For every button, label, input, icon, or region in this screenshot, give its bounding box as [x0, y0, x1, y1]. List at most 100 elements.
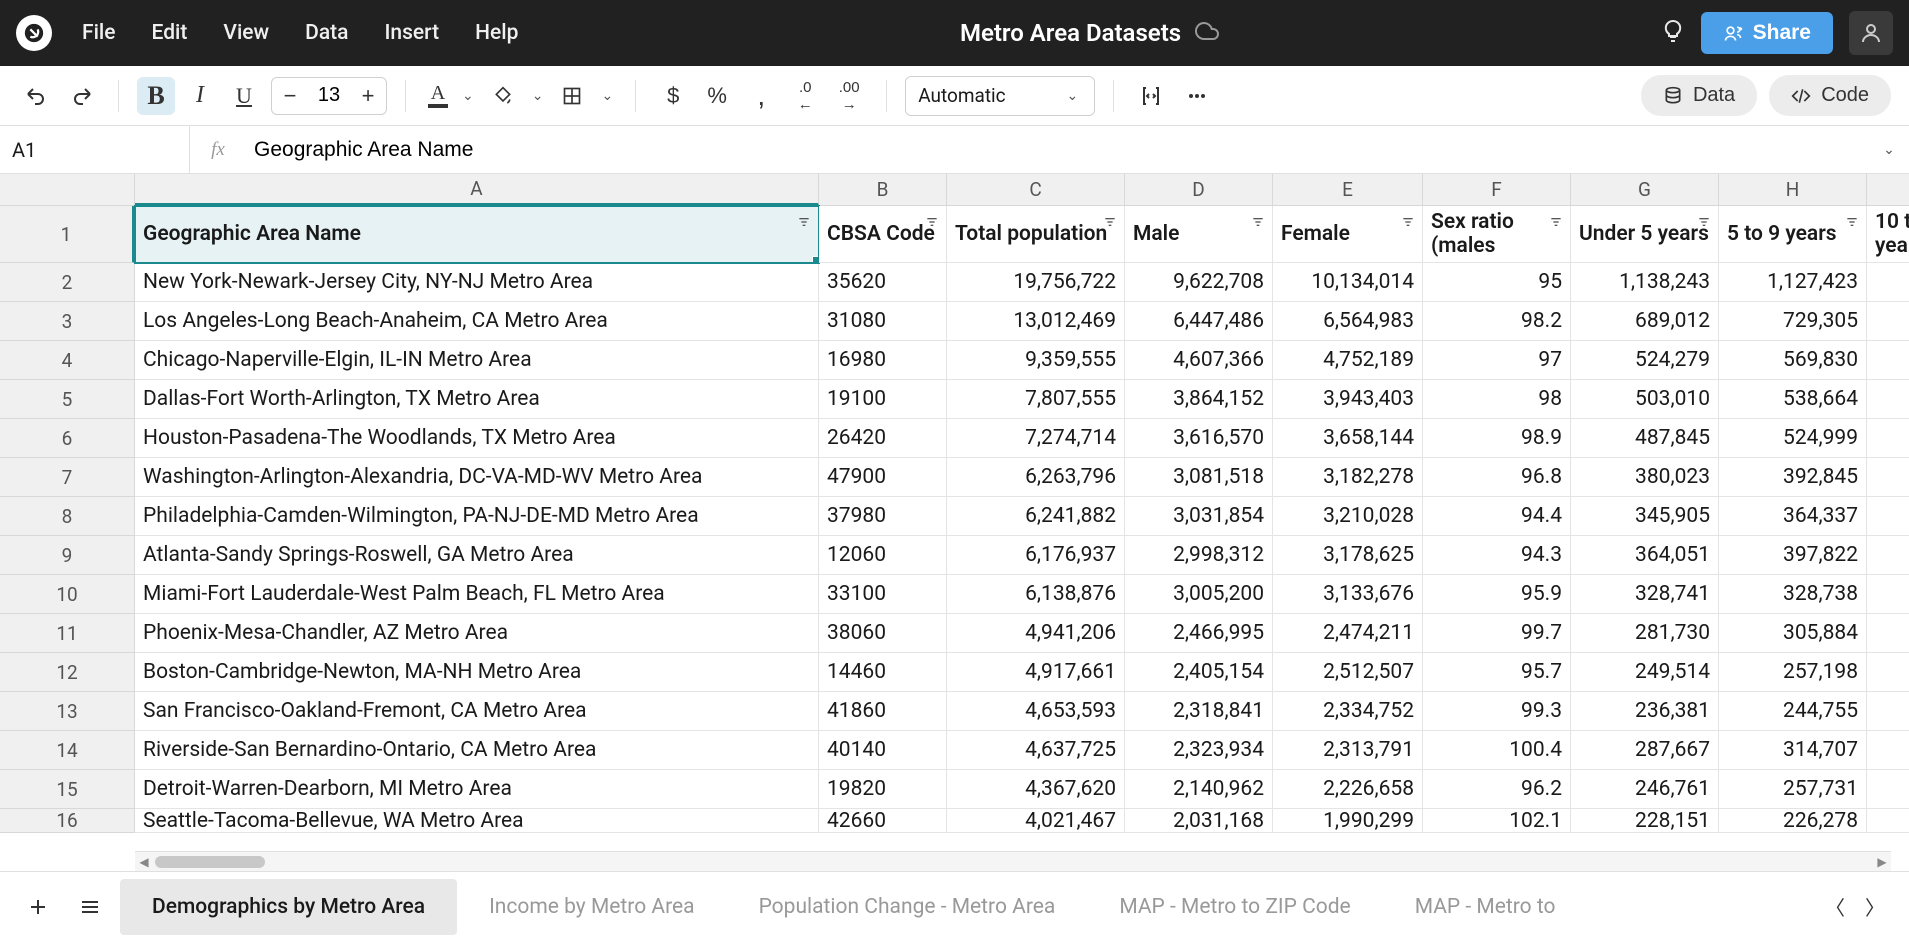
data-cell[interactable]: 94.3 [1423, 536, 1571, 575]
redo-button[interactable] [62, 77, 100, 115]
data-cell[interactable]: 7,274,714 [947, 419, 1125, 458]
comma-button[interactable]: , [742, 77, 780, 115]
column-header-E[interactable]: E [1273, 174, 1423, 206]
font-size-increase[interactable]: + [350, 78, 386, 114]
filter-icon[interactable] [924, 212, 940, 236]
data-cell[interactable]: 3,864,152 [1125, 380, 1273, 419]
menu-insert[interactable]: Insert [384, 21, 439, 45]
data-cell[interactable]: 98 [1423, 380, 1571, 419]
column-header-B[interactable]: B [819, 174, 947, 206]
data-cell[interactable]: 4,607,366 [1125, 341, 1273, 380]
data-cell[interactable]: Riverside-San Bernardino-Ontario, CA Met… [135, 731, 819, 770]
data-cell[interactable]: 99.3 [1423, 692, 1571, 731]
data-cell[interactable]: 33100 [819, 575, 947, 614]
data-cell[interactable]: 13,012,469 [947, 302, 1125, 341]
column-header-I[interactable]: I [1867, 174, 1909, 206]
increase-decimal-button[interactable]: .00→ [830, 77, 868, 115]
row-header-14[interactable]: 14 [0, 731, 135, 770]
data-cell[interactable]: 328,738 [1719, 575, 1867, 614]
data-cell[interactable]: 5 [1867, 419, 1909, 458]
filter-icon[interactable] [1844, 212, 1860, 236]
data-cell[interactable]: Boston-Cambridge-Newton, MA-NH Metro Are… [135, 653, 819, 692]
data-cell[interactable]: 99.7 [1423, 614, 1571, 653]
data-cell[interactable]: 4,637,725 [947, 731, 1125, 770]
data-cell[interactable]: 2,474,211 [1273, 614, 1423, 653]
data-cell[interactable]: 569,830 [1719, 341, 1867, 380]
data-cell[interactable]: 3 [1867, 575, 1909, 614]
header-cell[interactable]: Total population [947, 206, 1125, 263]
sheet-tab[interactable]: Demographics by Metro Area [120, 879, 457, 935]
filter-icon[interactable] [1400, 212, 1416, 236]
borders-dropdown[interactable]: ⌄ [597, 88, 617, 104]
data-cell[interactable]: 228,151 [1571, 809, 1719, 833]
data-cell[interactable]: 392,845 [1719, 458, 1867, 497]
data-cell[interactable]: 380,023 [1571, 458, 1719, 497]
data-cell[interactable]: 2,140,962 [1125, 770, 1273, 809]
horizontal-scrollbar[interactable]: ◀ ▶ [135, 851, 1891, 871]
cell-reference-input[interactable]: A1 [0, 126, 190, 173]
filter-icon[interactable] [1250, 212, 1266, 236]
data-cell[interactable]: 6,263,796 [947, 458, 1125, 497]
column-header-H[interactable]: H [1719, 174, 1867, 206]
filter-icon[interactable] [1696, 212, 1712, 236]
header-cell[interactable]: 5 to 9 years [1719, 206, 1867, 263]
data-cell[interactable]: Miami-Fort Lauderdale-West Palm Beach, F… [135, 575, 819, 614]
row-header-2[interactable]: 2 [0, 263, 135, 302]
fill-color-dropdown[interactable]: ⌄ [528, 88, 548, 104]
data-cell[interactable]: 26420 [819, 419, 947, 458]
row-header-16[interactable]: 16 [0, 809, 135, 833]
data-cell[interactable]: 689,012 [1571, 302, 1719, 341]
column-header-D[interactable]: D [1125, 174, 1273, 206]
data-cell[interactable]: 305,884 [1719, 614, 1867, 653]
data-cell[interactable]: 3,133,676 [1273, 575, 1423, 614]
data-cell[interactable]: 41860 [819, 692, 947, 731]
column-header-G[interactable]: G [1571, 174, 1719, 206]
font-size-input[interactable] [308, 84, 350, 107]
data-cell[interactable]: 3,081,518 [1125, 458, 1273, 497]
data-cell[interactable]: 328,741 [1571, 575, 1719, 614]
data-cell[interactable]: 3,182,278 [1273, 458, 1423, 497]
filter-icon[interactable] [1102, 212, 1118, 236]
borders-button[interactable] [553, 77, 591, 115]
data-panel-button[interactable]: Data [1641, 75, 1757, 116]
header-cell[interactable]: CBSA Code [819, 206, 947, 263]
data-cell[interactable]: Chicago-Naperville-Elgin, IL-IN Metro Ar… [135, 341, 819, 380]
data-cell[interactable]: 6,241,882 [947, 497, 1125, 536]
undo-button[interactable] [18, 77, 56, 115]
data-cell[interactable]: 9,622,708 [1125, 263, 1273, 302]
data-cell[interactable]: 244,755 [1719, 692, 1867, 731]
tab-prev-button[interactable]: 〈 [1817, 889, 1853, 925]
data-cell[interactable]: 95 [1423, 263, 1571, 302]
data-cell[interactable]: 8 [1867, 302, 1909, 341]
app-logo[interactable] [16, 15, 52, 51]
data-cell[interactable]: Phoenix-Mesa-Chandler, AZ Metro Area [135, 614, 819, 653]
data-cell[interactable]: 1,127,423 [1719, 263, 1867, 302]
row-header-4[interactable]: 4 [0, 341, 135, 380]
bold-button[interactable]: B [137, 77, 175, 115]
data-cell[interactable]: 96.2 [1423, 770, 1571, 809]
data-cell[interactable]: 287,667 [1571, 731, 1719, 770]
data-cell[interactable]: 2,323,934 [1125, 731, 1273, 770]
data-cell[interactable]: 2,466,995 [1125, 614, 1273, 653]
data-cell[interactable]: Los Angeles-Long Beach-Anaheim, CA Metro… [135, 302, 819, 341]
data-cell[interactable]: 98.9 [1423, 419, 1571, 458]
row-header-8[interactable]: 8 [0, 497, 135, 536]
column-header-C[interactable]: C [947, 174, 1125, 206]
font-size-decrease[interactable]: − [272, 78, 308, 114]
data-cell[interactable]: 3,005,200 [1125, 575, 1273, 614]
data-cell[interactable]: 95.7 [1423, 653, 1571, 692]
data-cell[interactable]: 4,653,593 [947, 692, 1125, 731]
data-cell[interactable]: 538,664 [1719, 380, 1867, 419]
sheet-tab[interactable]: MAP - Metro to ZIP Code [1087, 879, 1382, 935]
cloud-sync-icon[interactable] [1195, 19, 1219, 47]
data-cell[interactable]: 2,405,154 [1125, 653, 1273, 692]
row-header-1[interactable]: 1 [0, 206, 135, 263]
scroll-thumb[interactable] [155, 856, 265, 868]
data-cell[interactable]: 42660 [819, 809, 947, 833]
data-cell[interactable]: 3,031,854 [1125, 497, 1273, 536]
header-cell[interactable]: Geographic Area Name [135, 206, 819, 263]
data-cell[interactable]: 4,941,206 [947, 614, 1125, 653]
data-cell[interactable]: 314,707 [1719, 731, 1867, 770]
row-header-6[interactable]: 6 [0, 419, 135, 458]
sheet-tab[interactable]: Income by Metro Area [457, 879, 726, 935]
